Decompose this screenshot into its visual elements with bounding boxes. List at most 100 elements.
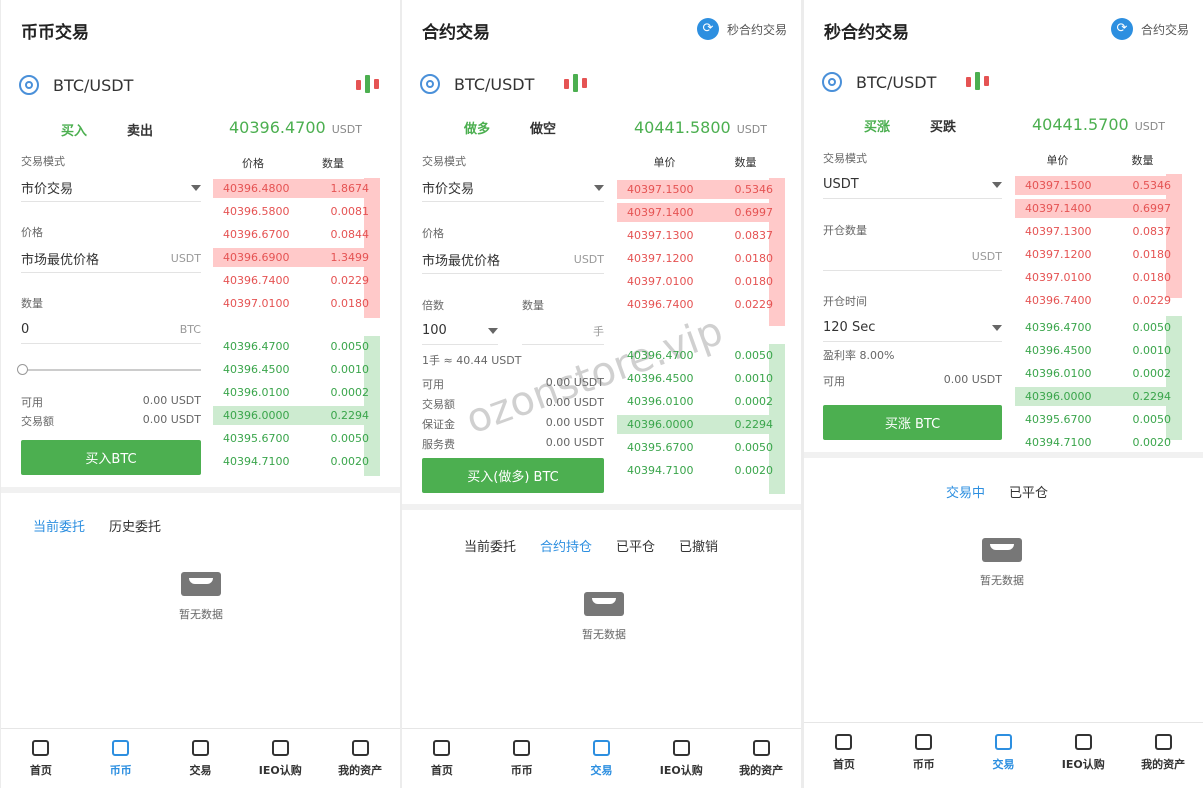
bid-row[interactable]: 40396.4700 0.0050 [213,335,369,358]
ask-row[interactable]: 40396.4800 1.8674 [213,177,369,200]
nav-item[interactable]: 首页 [804,723,884,782]
nav-item[interactable]: 币币 [81,729,161,788]
order-tab[interactable]: 交易中 [946,482,985,501]
nav-item[interactable]: 币币 [884,723,964,782]
bid-row[interactable]: 40395.6700 0.0050 [1015,408,1171,431]
nav-item[interactable]: IEO认购 [641,729,721,788]
pair-label[interactable]: BTC/USDT [53,76,133,95]
bid-row[interactable]: 40394.7100 0.0020 [213,450,369,473]
row-price: 40396.6900 [223,251,290,264]
buy-up-button[interactable]: 买涨 BTC [823,405,1002,440]
row-qty: 0.0180 [330,297,370,310]
bid-row[interactable]: 40396.4500 0.0010 [1015,339,1171,362]
ask-row[interactable]: 40396.6700 0.0844 [213,223,369,246]
ask-row[interactable]: 40397.1200 0.0180 [617,247,773,270]
nav-item[interactable]: IEO认购 [240,729,320,788]
time-select[interactable]: 120 Sec [823,314,1002,342]
tab-sell[interactable]: 卖出 [127,120,153,139]
nav-item[interactable]: IEO认购 [1043,723,1123,782]
orderbook-header: 价格 数量 [213,155,373,171]
mode-select[interactable]: 市价交易 [21,174,201,202]
slider-handle[interactable] [17,364,28,375]
ask-row[interactable]: 40396.7400 0.0229 [617,293,773,316]
nav-item[interactable]: 首页 [402,729,482,788]
price-input[interactable]: 市场最优价格 USDT [422,246,604,274]
ask-row[interactable]: 40397.0100 0.0180 [213,292,369,315]
tab-long[interactable]: 做多 [464,118,490,137]
bid-row[interactable]: 40395.6700 0.0050 [617,436,773,459]
bid-row[interactable]: 40394.7100 0.0020 [617,459,773,482]
tab-up[interactable]: 买涨 [864,116,890,135]
ask-row[interactable]: 40396.7400 0.0229 [213,269,369,292]
order-tab[interactable]: 已平仓 [616,536,655,555]
ask-row[interactable]: 40396.6900 1.3499 [213,246,369,269]
ask-row[interactable]: 40397.1300 0.0837 [1015,220,1171,243]
candlestick-icon[interactable] [564,73,588,95]
bid-row[interactable]: 40396.0000 0.2294 [1015,385,1171,408]
price-input[interactable]: 市场最优价格 USDT [21,245,201,273]
nav-item[interactable]: 交易 [964,723,1044,782]
qty-input[interactable]: USDT [823,243,1002,271]
nav-item[interactable]: 我的资产 [721,729,801,788]
nav-item[interactable]: 首页 [1,729,81,788]
ask-row[interactable]: 40397.1400 0.6997 [1015,197,1171,220]
tab-short[interactable]: 做空 [530,118,556,137]
order-tab[interactable]: 当前委托 [464,536,516,555]
qty-input[interactable]: 0 BTC [21,316,201,344]
gear-icon[interactable] [822,72,842,92]
tab-down[interactable]: 买跌 [930,116,956,135]
amount-slider[interactable] [17,364,201,375]
home-icon [835,733,853,750]
nav-item[interactable]: 交易 [161,729,241,788]
switch-link[interactable]: ⟳ 合约交易 [1110,18,1189,40]
order-tab[interactable]: 历史委托 [109,516,161,535]
leverage-select[interactable]: 100 [422,317,498,345]
ask-row[interactable]: 40397.1500 0.5346 [617,178,773,201]
bid-row[interactable]: 40396.0100 0.0002 [617,390,773,413]
ask-row[interactable]: 40397.1400 0.6997 [617,201,773,224]
ieo-icon [672,739,690,756]
candlestick-icon[interactable] [966,71,990,93]
bid-row[interactable]: 40396.0100 0.0002 [1015,362,1171,385]
mode-select[interactable]: 市价交易 [422,174,604,202]
bid-row[interactable]: 40396.0100 0.0002 [213,381,369,404]
row-price: 40394.7100 [223,455,290,468]
ask-row[interactable]: 40397.0100 0.0180 [617,270,773,293]
bid-row[interactable]: 40394.7100 0.0020 [1015,431,1171,454]
tab-buy[interactable]: 买入 [61,120,87,139]
nav-item[interactable]: 我的资产 [320,729,400,788]
order-tab[interactable]: 已平仓 [1009,482,1048,501]
pair-label[interactable]: BTC/USDT [454,75,534,94]
ask-row[interactable]: 40397.1500 0.5346 [1015,174,1171,197]
mode-select[interactable]: USDT [823,171,1002,199]
bid-row[interactable]: 40396.4700 0.0050 [1015,316,1171,339]
order-tab[interactable]: 合约持仓 [540,536,592,555]
buy-button[interactable]: 买入BTC [21,440,201,475]
nav-item[interactable]: 我的资产 [1123,723,1203,782]
row-price: 40396.4700 [223,340,290,353]
ask-row[interactable]: 40397.1300 0.0837 [617,224,773,247]
gear-icon[interactable] [420,74,440,94]
qty-input[interactable]: 手 [522,317,604,345]
row-price: 40396.0000 [627,418,694,431]
ask-row[interactable]: 40396.7400 0.0229 [1015,289,1171,312]
candlestick-icon[interactable] [356,74,380,96]
ask-row[interactable]: 40397.1200 0.0180 [1015,243,1171,266]
ask-row[interactable]: 40397.0100 0.0180 [1015,266,1171,289]
nav-item[interactable]: 交易 [562,729,642,788]
ask-row[interactable]: 40396.5800 0.0081 [213,200,369,223]
avail-value: 0.00 USDT [142,394,201,407]
bid-row[interactable]: 40396.4500 0.0010 [213,358,369,381]
wallet-icon [351,739,369,756]
gear-icon[interactable] [19,75,39,95]
pair-label[interactable]: BTC/USDT [856,73,936,92]
bid-row[interactable]: 40396.0000 0.2294 [213,404,369,427]
long-button[interactable]: 买入(做多) BTC [422,458,604,493]
order-tab[interactable]: 已撤销 [679,536,718,555]
order-tab[interactable]: 当前委托 [33,516,85,535]
nav-item[interactable]: 币币 [482,729,562,788]
price-input-unit: USDT [573,253,604,266]
bid-row[interactable]: 40395.6700 0.0050 [213,427,369,450]
switch-link[interactable]: ⟳ 秒合约交易 [696,18,787,40]
bid-row[interactable]: 40396.0000 0.2294 [617,413,773,436]
